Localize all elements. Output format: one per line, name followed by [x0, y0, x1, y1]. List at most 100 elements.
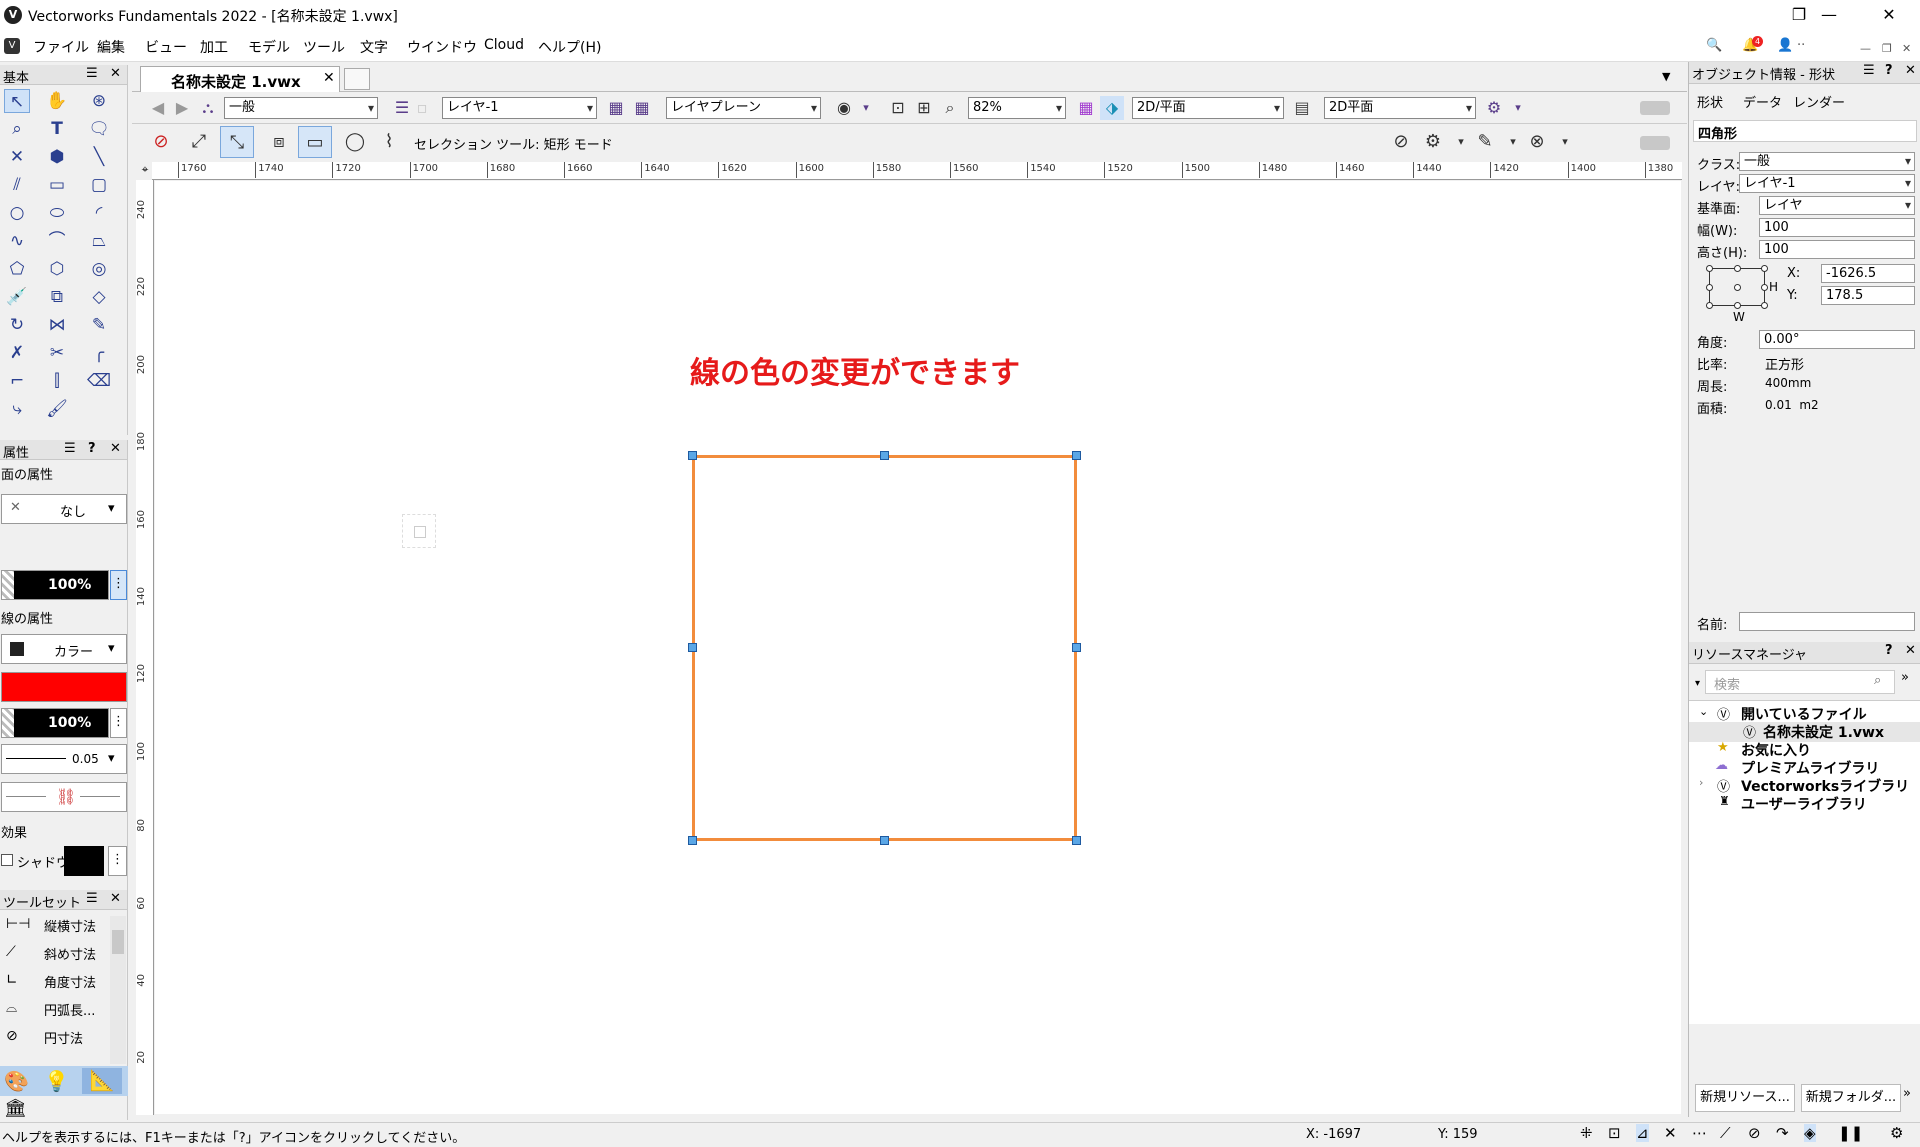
shadow-checkbox[interactable] [1, 854, 13, 866]
text-tool-icon[interactable]: T [44, 117, 70, 141]
document-tab-close-icon[interactable]: ✕ [323, 70, 335, 86]
callout-tool-icon[interactable]: 🗨 [86, 117, 112, 141]
fillet-tool-icon[interactable]: ╭ [86, 341, 112, 365]
new-resource-button[interactable]: 新規リソース... [1695, 1084, 1795, 1112]
symbol-insert-tool-icon[interactable]: ⬢ [44, 145, 70, 169]
attribute-mapping-tool-icon[interactable]: 🖌 [44, 397, 70, 421]
selection-handle[interactable] [688, 643, 697, 652]
menu-tools[interactable]: ツール [303, 37, 345, 57]
snap-grid-icon[interactable]: ⁜ [1580, 1124, 1593, 1142]
width-field[interactable]: 100 [1759, 218, 1915, 237]
zoom-page-icon[interactable]: ⊞ [912, 96, 936, 120]
circle-tool-icon[interactable]: ○ [4, 201, 30, 225]
snap-intersection-icon[interactable]: ✕ [1664, 1124, 1677, 1142]
shadow-color-swatch[interactable] [64, 846, 104, 876]
y-field[interactable]: 178.5 [1821, 286, 1915, 305]
spiral-tool-icon[interactable]: ◎ [86, 257, 112, 281]
menu-help[interactable]: ヘルプ(H) [538, 37, 601, 57]
snap-distance-icon[interactable]: ⋯ [1692, 1124, 1707, 1142]
tree-item-premium-library[interactable]: プレミアムライブラリ [1741, 758, 1879, 778]
selection-tool-icon[interactable]: ↖ [4, 89, 30, 113]
viewbar-expand-button[interactable] [1640, 101, 1670, 115]
class-dropdown[interactable]: 一般 [1739, 152, 1915, 171]
pan-tool-icon[interactable]: ✋ [44, 89, 70, 113]
building-toolset-icon[interactable]: 🏛 [4, 1098, 27, 1119]
tab-render[interactable]: レンダー [1793, 92, 1845, 111]
rectangle-mode-icon[interactable]: ▭ [298, 126, 332, 158]
toolset-item-oblique-dimension[interactable]: 斜め寸法 [44, 944, 96, 963]
oval-tool-icon[interactable]: ⬭ [44, 201, 70, 225]
layer-dropdown[interactable]: レイヤ-1 [442, 97, 597, 119]
toolset-item-arc-length[interactable]: 円弧長... [44, 1000, 95, 1019]
angle-field[interactable]: 0.00° [1759, 330, 1915, 349]
palette-close-icon[interactable]: ✕ [1905, 63, 1916, 78]
top-plan-icon[interactable]: ⬗ [1100, 96, 1124, 120]
locus-tool-icon[interactable]: ✕ [4, 145, 30, 169]
visualization-toolset-icon[interactable]: 🎨 [4, 1069, 29, 1093]
rectangle-shape[interactable] [692, 455, 1077, 841]
new-tab-button[interactable] [344, 68, 370, 90]
selection-handle[interactable] [688, 836, 697, 845]
resource-search-input[interactable]: 検索 ⌕ [1705, 670, 1895, 694]
mirror-tool-icon[interactable]: ⋈ [44, 313, 70, 337]
palette-menu-icon[interactable]: ☰ [86, 66, 98, 81]
zoom-tool-icon[interactable]: ⌕ [4, 117, 30, 141]
layer-options-icon[interactable]: ▫ [410, 96, 434, 120]
toolset-item-radial-dimension[interactable]: 円寸法 [44, 1028, 83, 1047]
chevron-down-icon[interactable]: ▾ [1548, 126, 1582, 158]
new-folder-button[interactable]: 新規フォルダ... [1801, 1084, 1901, 1112]
reference-point-box[interactable] [1706, 265, 1768, 309]
doc-restore-icon[interactable]: ❐ [1882, 42, 1892, 55]
render-mode-icon[interactable]: ▤ [1290, 96, 1314, 120]
name-field[interactable] [1739, 612, 1915, 631]
selection-handle[interactable] [880, 451, 889, 460]
dimension-toolset-icon[interactable]: 📐 [82, 1068, 122, 1094]
palette-menu-icon[interactable]: ☰ [64, 441, 76, 456]
palette-close-icon[interactable]: ✕ [110, 441, 121, 456]
selection-handle[interactable] [880, 836, 889, 845]
forward-icon[interactable]: ▶ [170, 96, 194, 120]
polyline-tool-icon[interactable]: ⌒ [44, 229, 70, 253]
fit-to-objects-icon[interactable]: ⊡ [886, 96, 910, 120]
toolset-item-constrained-dimension[interactable]: 縦横寸法 [44, 916, 96, 935]
connect-tool-icon[interactable]: ⤷ [4, 397, 30, 421]
disable-interactive-scaling-icon[interactable]: ⊘ [144, 126, 178, 158]
expand-panel-icon[interactable]: » [1901, 670, 1909, 685]
zoom-icon[interactable]: ⌕ [938, 96, 962, 120]
palette-close-icon[interactable]: ✕ [110, 891, 121, 906]
palette-help-icon[interactable]: ? [1885, 63, 1893, 78]
resize-tool-icon[interactable]: ⧉ [44, 285, 70, 309]
flyover-tool-icon[interactable]: ⊛ [86, 89, 112, 113]
menu-cloud[interactable]: Cloud [484, 37, 524, 53]
arc-tool-icon[interactable]: ◜ [86, 201, 112, 225]
palette-close-icon[interactable]: ✕ [110, 66, 121, 81]
expand-buttons-icon[interactable]: » [1903, 1086, 1911, 1101]
polygon-mode-icon[interactable]: ⌇ [372, 126, 406, 158]
toolset-scrollbar[interactable] [110, 916, 126, 1064]
line-style-dropdown[interactable]: カラー ▾ [1, 634, 127, 664]
restore-button[interactable]: ❐ [1770, 0, 1828, 30]
reshape-tool-icon[interactable]: ◇ [86, 285, 112, 309]
x-field[interactable]: -1626.5 [1821, 264, 1915, 283]
render-mode-dropdown[interactable]: 2D平面 [1324, 97, 1476, 119]
working-plane-dropdown[interactable]: レイヤプレーン [666, 97, 821, 119]
lighting-icon[interactable]: ⚙ [1482, 96, 1506, 120]
height-field[interactable]: 100 [1759, 240, 1915, 259]
selection-handle[interactable] [1072, 643, 1081, 652]
rotate-tool-icon[interactable]: ↻ [4, 313, 30, 337]
line-tool-icon[interactable]: ╲ [86, 145, 112, 169]
plane-grid-icon[interactable]: ▦ [630, 96, 654, 120]
tab-list-chevron-icon[interactable]: ▼ [1662, 70, 1670, 83]
menu-model[interactable]: モデル [248, 37, 290, 57]
menu-file[interactable]: ファイル [33, 37, 89, 57]
snap-settings-icon[interactable]: ⊘ [1384, 126, 1418, 158]
snap-object-icon[interactable]: ⊡ [1608, 1124, 1621, 1142]
double-line-tool-icon[interactable]: ⫽ [4, 173, 30, 197]
line-color-swatch[interactable] [1, 672, 127, 702]
tree-item-user-library[interactable]: ユーザーライブラリ [1741, 794, 1867, 814]
line-opacity-menu-button[interactable]: ⋮ [110, 708, 127, 738]
expand-chevron-icon[interactable]: ⌄ [1699, 705, 1708, 718]
grid-icon[interactable]: ▦ [604, 96, 628, 120]
close-button[interactable]: ✕ [1860, 0, 1918, 30]
transform-mode-icon[interactable]: ⧈ [262, 126, 296, 158]
